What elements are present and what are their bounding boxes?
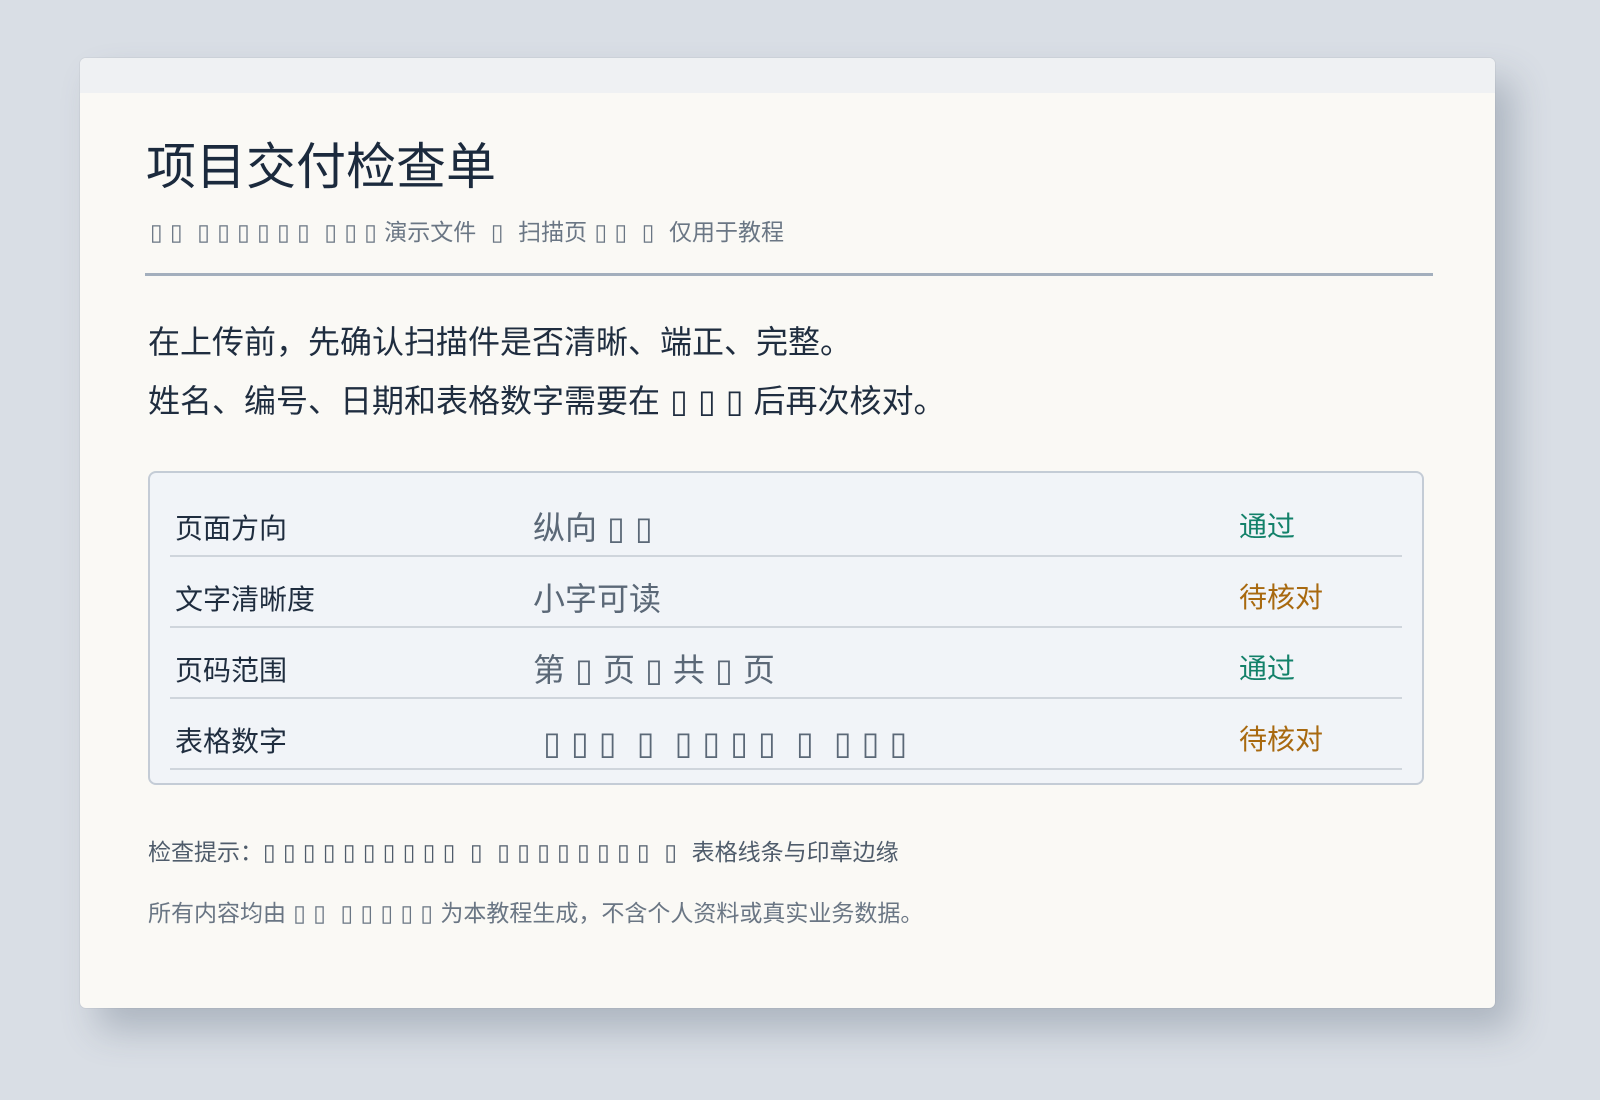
inspection-hint: 检查提示：▯ ▯ ▯ ▯ ▯ ▯ ▯ ▯ ▯ ▯ ▯ ▯ ▯ ▯ ▯ ▯ ▯ ▯… <box>148 840 899 866</box>
checklist-row: 文字清晰度 小字可读 待核对 <box>170 557 1402 628</box>
intro-line: 在上传前，先确认扫描件是否清晰、端正、完整。 <box>148 323 853 361</box>
page-subtitle: ▯ ▯ ▯ ▯ ▯ ▯ ▯ ▯ ▯ ▯ ▯ 演示文件 ▯ 扫描页 ▯ ▯ ▯ 仅… <box>150 220 785 246</box>
intro-paragraph: 在上传前，先确认扫描件是否清晰、端正、完整。 姓名、编号、日期和表格数字需要在 … <box>148 313 946 431</box>
document-page: 项目交付检查单 ▯ ▯ ▯ ▯ ▯ ▯ ▯ ▯ ▯ ▯ ▯ 演示文件 ▯ 扫描页… <box>80 58 1495 1008</box>
row-label: 页面方向 <box>175 512 288 545</box>
status-badge: 通过 <box>1239 510 1296 543</box>
intro-line: 姓名、编号、日期和表格数字需要在 ▯ ▯ ▯ 后再次核对。 <box>148 382 946 420</box>
checklist-table: 页面方向 纵向 ▯ ▯ 通过 文字清晰度 小字可读 待核对 页码范围 第 ▯ 页… <box>148 471 1424 785</box>
row-label: 表格数字 <box>175 725 288 758</box>
checklist-row: 表格数字 ▯ ▯ ▯ ▯ ▯ ▯ ▯ ▯ ▯ ▯ ▯ ▯ 待核对 <box>170 699 1402 770</box>
row-label: 页码范围 <box>175 654 288 687</box>
page-top-bar <box>80 58 1495 93</box>
status-badge: 待核对 <box>1239 723 1324 756</box>
row-value: ▯ ▯ ▯ ▯ ▯ ▯ ▯ ▯ ▯ ▯ ▯ ▯ <box>533 724 908 762</box>
status-badge: 待核对 <box>1239 581 1324 614</box>
checklist-row: 页码范围 第 ▯ 页 ▯ 共 ▯ 页 通过 <box>170 628 1402 699</box>
status-badge: 通过 <box>1239 652 1296 685</box>
row-label: 文字清晰度 <box>175 583 316 616</box>
row-value: 第 ▯ 页 ▯ 共 ▯ 页 <box>533 651 775 689</box>
page-title: 项目交付检查单 <box>146 138 496 196</box>
row-value: 纵向 ▯ ▯ <box>533 509 653 547</box>
row-value: 小字可读 <box>533 580 662 618</box>
checklist-row: 页面方向 纵向 ▯ ▯ 通过 <box>170 486 1402 557</box>
title-divider <box>145 273 1433 276</box>
footer-note: 所有内容均由 ▯ ▯ ▯ ▯ ▯ ▯ ▯ 为本教程生成，不含个人资料或真实业务数… <box>148 901 924 927</box>
